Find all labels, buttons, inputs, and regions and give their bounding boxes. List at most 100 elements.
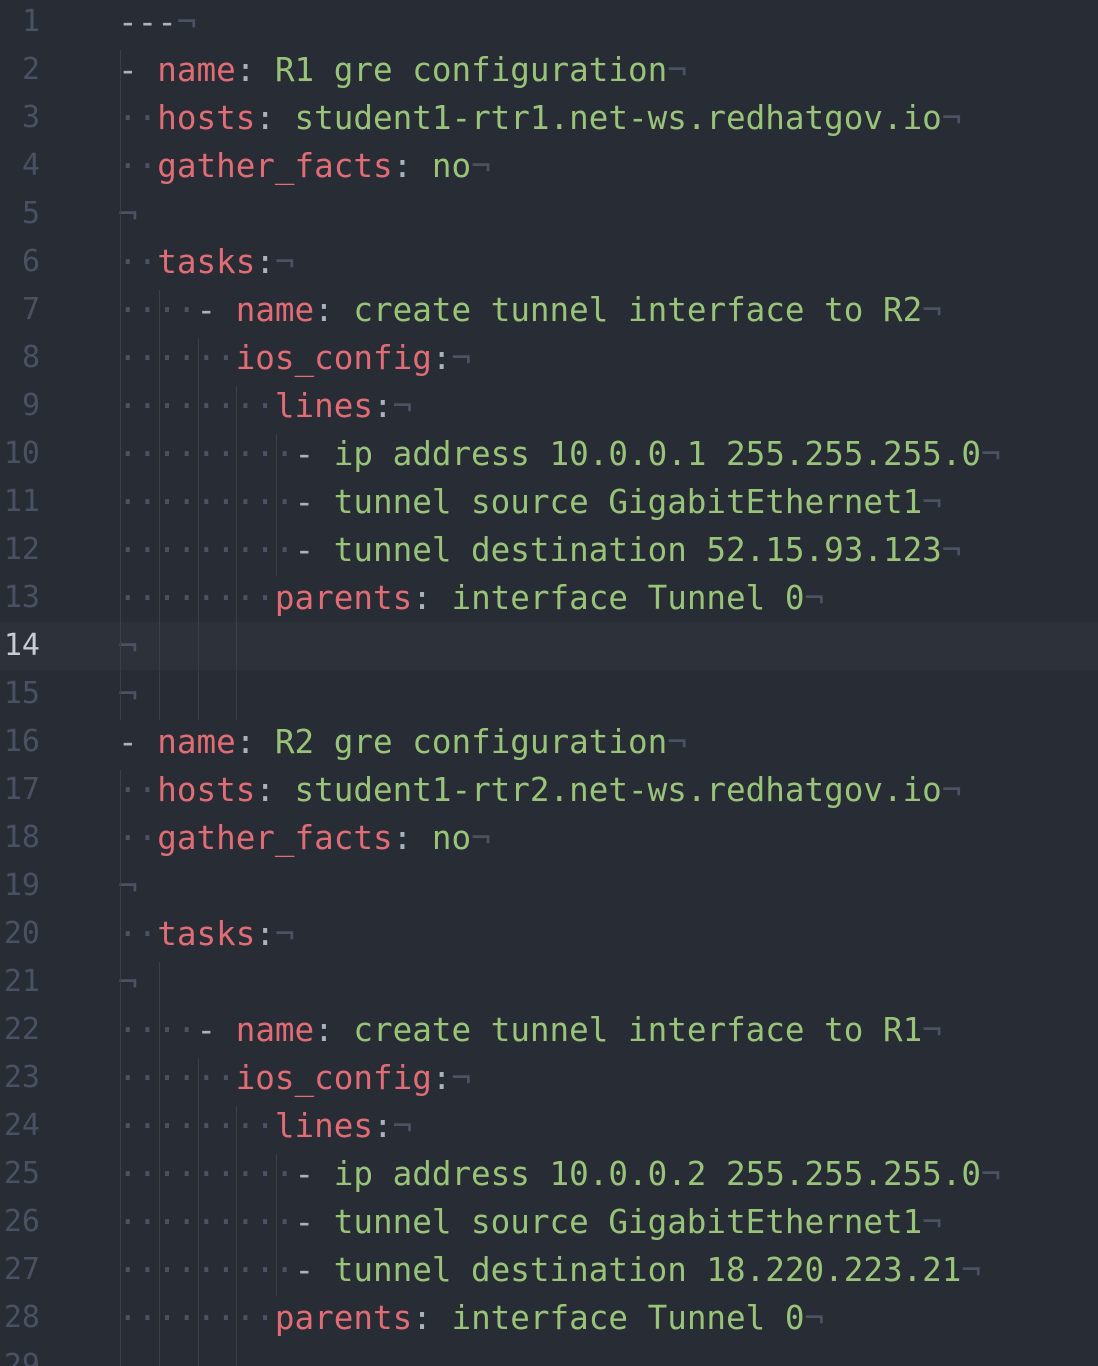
code-text: ····- name: create tunnel interface to R…: [118, 1006, 942, 1054]
code-line[interactable]: 1 ---¬: [0, 0, 1098, 46]
line-number: 13: [3, 580, 40, 615]
end-of-line-marker: ¬: [471, 819, 491, 857]
yaml-value: interface Tunnel 0: [451, 1299, 805, 1337]
code-line[interactable]: 16 - name: R2 gre configuration¬: [0, 718, 1098, 766]
yaml-value: tunnel source GigabitEthernet1: [333, 1203, 923, 1241]
line-number: 18: [3, 820, 40, 855]
code-line[interactable]: 21 ¬: [0, 958, 1098, 1006]
code-text: ··hosts: student1-rtr1.net-ws.redhatgov.…: [118, 94, 961, 142]
code-line[interactable]: 17 ··hosts: student1-rtr2.net-ws.redhatgo…: [0, 766, 1098, 814]
whitespace-marker: ····: [118, 1011, 197, 1049]
code-line[interactable]: 14 ¬: [0, 622, 1098, 670]
yaml-key: ios_config: [235, 339, 432, 377]
code-line[interactable]: 2 - name: R1 gre configuration¬: [0, 46, 1098, 94]
code-line[interactable]: 6 ··tasks:¬: [0, 238, 1098, 286]
yaml-value: create tunnel interface to R1: [353, 1011, 923, 1049]
whitespace-marker: ········: [118, 1107, 275, 1145]
end-of-line-marker: ¬: [176, 3, 197, 41]
code-line[interactable]: 13 ········parents: interface Tunnel 0¬: [0, 574, 1098, 622]
yaml-value: ip address 10.0.0.2 255.255.255.0: [333, 1155, 982, 1193]
yaml-key: parents: [274, 579, 413, 617]
code-line[interactable]: 20 ··tasks:¬: [0, 910, 1098, 958]
line-number: 10: [3, 436, 40, 471]
code-line[interactable]: 25 ·········- ip address 10.0.0.2 255.255…: [0, 1150, 1098, 1198]
end-of-line-marker: ¬: [961, 1251, 982, 1289]
indent-guide: [120, 770, 121, 1366]
yaml-key: ios_config: [235, 1059, 432, 1097]
indent-guide: [236, 386, 237, 720]
whitespace-marker: ··: [118, 915, 158, 953]
line-number: 12: [3, 532, 40, 567]
end-of-line-marker: ¬: [804, 579, 825, 617]
line-number: 11: [3, 484, 40, 519]
yaml-value: create tunnel interface to R2: [353, 291, 923, 329]
list-dash: -: [196, 291, 236, 329]
indent-guide: [236, 1106, 237, 1366]
end-of-line-marker: ¬: [471, 147, 491, 185]
code-line[interactable]: 5 ¬: [0, 190, 1098, 238]
code-text: ·········- tunnel destination 18.220.223…: [118, 1246, 981, 1294]
yaml-value: tunnel destination 18.220.223.21: [333, 1251, 962, 1289]
code-line[interactable]: 29: [0, 1342, 1098, 1366]
end-of-line-marker: ¬: [804, 1299, 825, 1337]
code-text: ··gather_facts: no¬: [118, 814, 491, 862]
code-line[interactable]: 3 ··hosts: student1-rtr1.net-ws.redhatgov…: [0, 94, 1098, 142]
line-number: 7: [21, 292, 40, 327]
yaml-key: gather_facts: [157, 147, 393, 185]
line-number: 23: [3, 1060, 40, 1095]
punctuation: :: [235, 723, 275, 761]
whitespace-marker: ·········: [118, 483, 295, 521]
end-of-line-marker: ¬: [274, 915, 295, 953]
code-line[interactable]: 4 ··gather_facts: no¬: [0, 142, 1098, 190]
end-of-line-marker: ¬: [451, 339, 472, 377]
code-line[interactable]: 9 ········lines:¬: [0, 382, 1098, 430]
yaml-key: name: [235, 1011, 315, 1049]
line-number: 21: [3, 964, 40, 999]
punctuation: :: [235, 51, 275, 89]
code-line[interactable]: 27 ·········- tunnel destination 18.220.2…: [0, 1246, 1098, 1294]
yaml-key: lines: [274, 1107, 373, 1145]
end-of-line-marker: ¬: [392, 387, 413, 425]
code-text: ········lines:¬: [118, 1102, 412, 1150]
yaml-key: name: [235, 291, 315, 329]
line-number: 5: [21, 196, 40, 231]
code-line[interactable]: 11 ·········- tunnel source GigabitEthern…: [0, 478, 1098, 526]
code-line[interactable]: 12 ·········- tunnel destination 52.15.93…: [0, 526, 1098, 574]
list-dash: -: [294, 1155, 334, 1193]
end-of-line-marker: ¬: [941, 771, 962, 809]
code-line[interactable]: 24 ········lines:¬: [0, 1102, 1098, 1150]
code-line[interactable]: 10 ·········- ip address 10.0.0.1 255.255…: [0, 430, 1098, 478]
line-number: 26: [3, 1204, 40, 1239]
code-line[interactable]: 18 ··gather_facts: no¬: [0, 814, 1098, 862]
punctuation: :: [314, 291, 354, 329]
punctuation: :: [392, 147, 432, 185]
code-line[interactable]: 22 ····- name: create tunnel interface to…: [0, 1006, 1098, 1054]
list-dash: -: [118, 723, 158, 761]
line-number: 1: [21, 4, 40, 39]
whitespace-marker: ··: [118, 99, 158, 137]
line-number: 9: [21, 388, 40, 423]
code-line[interactable]: 15 ¬: [0, 670, 1098, 718]
list-dash: -: [294, 1251, 334, 1289]
punctuation: :: [255, 915, 275, 953]
code-line[interactable]: 19 ¬: [0, 862, 1098, 910]
yaml-value: tunnel destination 52.15.93.123: [333, 531, 942, 569]
code-text: ·········- tunnel source GigabitEthernet…: [118, 478, 942, 526]
end-of-line-marker: ¬: [667, 723, 687, 761]
code-text: ····- name: create tunnel interface to R…: [118, 286, 942, 334]
yaml-value: R2 gre configuration: [274, 723, 668, 761]
code-text: ······ios_config:¬: [118, 334, 471, 382]
yaml-value: no: [431, 819, 472, 857]
line-number: 6: [21, 244, 40, 279]
yaml-key: tasks: [157, 915, 256, 953]
code-line[interactable]: 8 ······ios_config:¬: [0, 334, 1098, 382]
code-line[interactable]: 26 ·········- tunnel source GigabitEthern…: [0, 1198, 1098, 1246]
code-line[interactable]: 23 ······ios_config:¬: [0, 1054, 1098, 1102]
punctuation: :: [392, 819, 432, 857]
code-line[interactable]: 7 ····- name: create tunnel interface to …: [0, 286, 1098, 334]
code-editor[interactable]: 1 ---¬ 2- name: R1 gre configuration¬ 3 ··ho…: [0, 0, 1098, 1366]
punctuation: :: [431, 339, 452, 377]
code-line[interactable]: 28 ········parents: interface Tunnel 0¬: [0, 1294, 1098, 1342]
list-dash: -: [294, 435, 334, 473]
code-text: ·········- ip address 10.0.0.1 255.255.2…: [118, 430, 1001, 478]
